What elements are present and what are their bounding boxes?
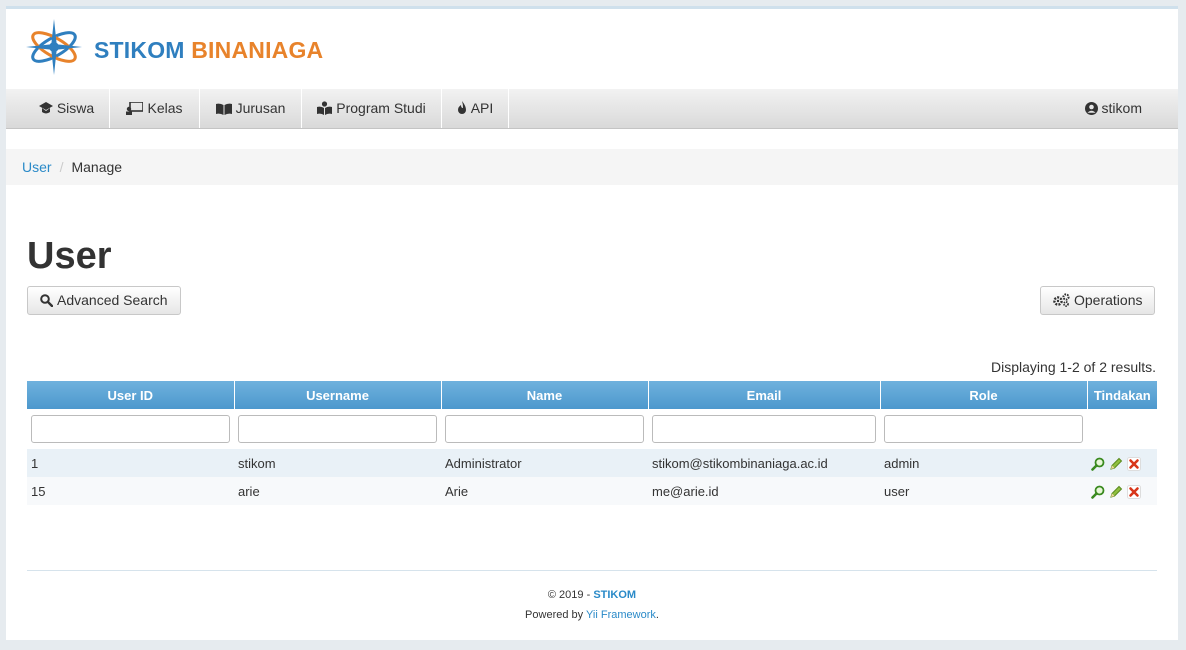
footer-powered-by: Powered by Yii Framework. (6, 605, 1178, 625)
nav-label: Kelas (147, 100, 183, 116)
footer: © 2019 - STIKOM Powered by Yii Framework… (6, 585, 1178, 625)
nav-label: Siswa (56, 100, 95, 116)
footer-divider (27, 570, 1157, 571)
operations-button[interactable]: Operations (1040, 286, 1156, 315)
reader-icon (317, 101, 333, 115)
cell-user-id: 1 (27, 449, 234, 477)
filter-user-id-input[interactable] (31, 415, 230, 443)
nav-item-api[interactable]: API (442, 89, 509, 128)
nav-item-siswa[interactable]: Siswa (24, 89, 110, 128)
brand-part-1: STIKOM (94, 37, 185, 63)
cell-username: stikom (234, 449, 441, 477)
user-circle-icon (1084, 102, 1098, 115)
filter-cell (234, 409, 441, 449)
classroom-icon (126, 101, 145, 115)
edit-icon[interactable] (1109, 485, 1123, 499)
filter-name-input[interactable] (445, 415, 644, 443)
cell-role: admin (880, 449, 1087, 477)
footer-brand-link[interactable]: STIKOM (593, 589, 636, 601)
column-header-username[interactable]: Username (234, 381, 442, 409)
breadcrumb-separator: / (59, 159, 64, 175)
advanced-search-button[interactable]: Advanced Search (27, 286, 181, 315)
filter-role-input[interactable] (884, 415, 1083, 443)
delete-icon[interactable] (1127, 456, 1141, 471)
grid-header-row: User ID Username Name Email Role Tindaka… (27, 381, 1157, 409)
yii-framework-link[interactable]: Yii Framework (586, 609, 656, 621)
nav-label: Jurusan (235, 100, 286, 116)
filter-email-input[interactable] (652, 415, 876, 443)
gears-icon (1053, 293, 1070, 307)
logo-icon[interactable] (24, 17, 84, 77)
brand-name[interactable]: STIKOM BINANIAGA (94, 37, 323, 64)
page-frame: STIKOM BINANIAGA Siswa Kelas Jurusan Pro… (6, 6, 1178, 640)
filter-cell (648, 409, 880, 449)
page-title: User (27, 235, 112, 277)
brand-part-2: BINANIAGA (191, 37, 324, 63)
nav-item-jurusan[interactable]: Jurusan (200, 89, 302, 128)
grid-summary: Displaying 1-2 of 2 results. (991, 359, 1156, 375)
cell-email: me@arie.id (648, 477, 880, 505)
breadcrumb-current: Manage (71, 159, 123, 175)
grid-filter-row (27, 409, 1157, 449)
header: STIKOM BINANIAGA (6, 9, 1178, 89)
breadcrumb-link-user[interactable]: User (22, 159, 52, 175)
cell-username: arie (234, 477, 441, 505)
graduation-cap-icon (38, 102, 53, 114)
column-header-tindakan: Tindakan (1087, 381, 1157, 409)
table-row: 1 stikom Administrator stikom@stikombina… (27, 449, 1157, 477)
filter-cell (1087, 409, 1157, 449)
nav-item-kelas[interactable]: Kelas (110, 89, 200, 128)
book-icon (215, 103, 232, 115)
powered-prefix: Powered by (525, 609, 586, 621)
view-icon[interactable] (1091, 485, 1105, 499)
cell-email: stikom@stikombinaniaga.ac.id (648, 449, 880, 477)
advanced-search-label: Advanced Search (57, 292, 168, 308)
nav-item-program-studi[interactable]: Program Studi (302, 89, 442, 128)
filter-cell (441, 409, 648, 449)
operations-label: Operations (1074, 292, 1143, 308)
column-header-name[interactable]: Name (441, 381, 649, 409)
filter-cell (27, 409, 234, 449)
breadcrumb: User / Manage (6, 149, 1178, 185)
filter-username-input[interactable] (238, 415, 437, 443)
table-row: 15 arie Arie me@arie.id user (27, 477, 1157, 505)
navbar: Siswa Kelas Jurusan Program Studi API st… (6, 89, 1178, 129)
column-header-role[interactable]: Role (880, 381, 1088, 409)
nav-label: Program Studi (336, 100, 426, 116)
user-grid: User ID Username Name Email Role Tindaka… (27, 381, 1157, 505)
footer-copyright: © 2019 - STIKOM (6, 585, 1178, 605)
search-icon (40, 294, 54, 308)
powered-suffix: . (655, 609, 659, 621)
nav-user-label: stikom (1101, 100, 1142, 116)
cell-role: user (880, 477, 1087, 505)
edit-icon[interactable] (1109, 457, 1123, 471)
view-icon[interactable] (1091, 457, 1105, 471)
fire-icon (457, 101, 466, 114)
column-header-email[interactable]: Email (648, 381, 881, 409)
copyright-prefix: © 2019 - (547, 589, 594, 601)
cell-name: Arie (441, 477, 648, 505)
nav-label: API (470, 100, 494, 116)
filter-cell (880, 409, 1087, 449)
cell-user-id: 15 (27, 477, 234, 505)
cell-actions (1087, 449, 1157, 477)
cell-name: Administrator (441, 449, 648, 477)
nav-user-menu[interactable]: stikom (1084, 89, 1142, 128)
delete-icon[interactable] (1127, 484, 1141, 499)
column-header-user-id[interactable]: User ID (27, 381, 235, 409)
cell-actions (1087, 477, 1157, 505)
